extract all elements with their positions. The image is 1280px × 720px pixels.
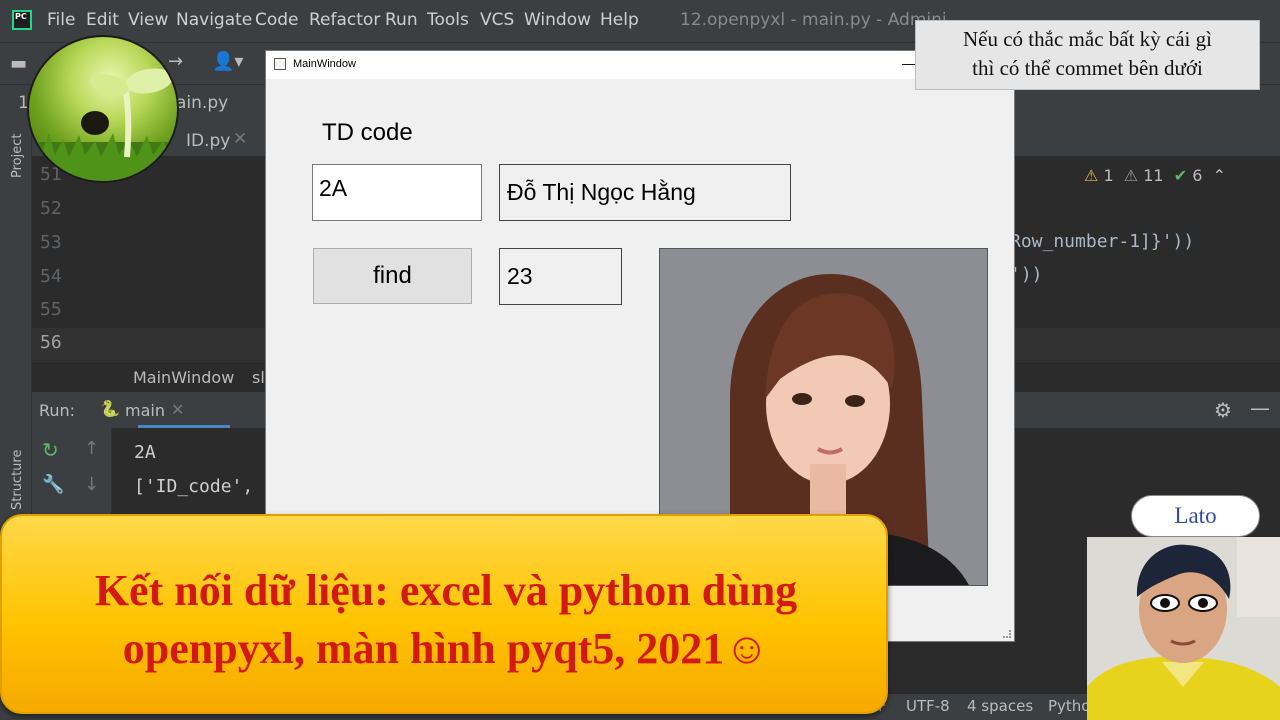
menu-file[interactable]: File [47,10,75,30]
console-output-line: ['ID_code', [134,476,254,497]
channel-avatar-seedling [27,35,179,183]
minimize-icon[interactable]: — [902,55,916,71]
tab-close-icon[interactable]: ✕ [233,129,247,149]
presenter-name-tag: Lato [1131,495,1260,537]
menu-run[interactable]: Run [385,10,418,30]
line-number: 53 [40,232,62,253]
user-icon[interactable]: 👤▾ [212,51,243,72]
seedling-image [29,68,177,181]
banner-line-1: Kết nối dữ liệu: excel và python dùng [94,566,798,615]
run-label: Run: [39,401,76,420]
close-icon[interactable]: ✕ [171,400,184,419]
resize-grip-icon[interactable] [1003,630,1011,638]
warning-icon: ⚠ [1084,166,1099,185]
minimize-icon[interactable]: — [1250,396,1270,420]
menu-tools[interactable]: Tools [427,10,469,30]
breadcrumb-mainwindow[interactable]: MainWindow [133,368,234,387]
menu-help[interactable]: Help [600,10,639,30]
run-config-name[interactable]: main [125,401,165,420]
encoding-status[interactable]: UTF-8 [906,697,950,715]
line-number: 54 [40,266,62,287]
menu-view[interactable]: View [128,10,168,30]
project-tool-label[interactable]: Project [10,134,25,178]
rerun-icon[interactable]: ↻ [42,438,59,462]
indent-status[interactable]: 4 spaces [967,697,1033,715]
down-arrow-icon[interactable]: ↓ [84,474,99,495]
note-line-1: Nếu có thắc mắc bất kỳ cái gì [963,27,1212,51]
structure-tool-label[interactable]: Structure [10,450,25,510]
pycharm-logo-icon [12,10,32,30]
weak-warning-count: 11 [1143,166,1164,185]
presenter-image [1087,537,1280,720]
wrench-icon[interactable]: 🔧 [42,474,64,495]
td-code-input[interactable]: 2A [312,164,482,221]
interpreter-status[interactable]: Pytho [1048,697,1091,715]
code-line-53: Row_number-1]}')) [1010,231,1195,252]
banner-text: Kết nối dữ liệu: excel và python dùng op… [22,562,870,678]
video-title-banner: Kết nối dữ liệu: excel và python dùng op… [0,514,888,714]
td-code-label: TD code [322,119,413,146]
menu-code[interactable]: Code [255,10,299,30]
python-icon: 🐍 [100,399,120,418]
breadcrumb-next[interactable]: sl [252,368,265,387]
check-icon: ✔ [1173,166,1188,185]
find-button[interactable]: find [313,248,472,304]
line-number: 52 [40,198,62,219]
inspection-widget[interactable]: ⚠ 1 ⚠ 11 ✔ 6 ⌃ [1084,166,1226,185]
banner-line-2: openpyxl, màn hình pyqt5, 2021☺ [122,624,770,673]
presenter-webcam [1087,537,1280,720]
menu-vcs[interactable]: VCS [480,10,514,30]
ok-count: 6 [1192,166,1203,185]
age-output-field[interactable]: 23 [499,248,622,305]
tab-id-py[interactable]: ID.py [186,131,230,151]
qt-window-title: MainWindow [293,58,356,70]
tab-main-py[interactable]: ain.py [176,93,228,113]
note-line-2: thì có thể commet bên dưới [972,56,1203,80]
console-output-line: 2A [134,442,156,463]
menu-window[interactable]: Window [524,10,591,30]
menu-navigate[interactable]: Navigate [176,10,252,30]
forward-arrow-icon[interactable]: → [168,51,183,72]
folder-icon[interactable]: ▬ [10,53,27,74]
up-arrow-icon[interactable]: ↑ [84,438,99,459]
menu-refactor[interactable]: Refactor [309,10,380,30]
gear-icon[interactable]: ⚙ [1214,398,1232,422]
comment-note-box: Nếu có thắc mắc bất kỳ cái gì thì có thể… [915,20,1260,90]
chevron-up-icon[interactable]: ⌃ [1213,166,1226,185]
name-output-field[interactable]: Đỗ Thị Ngọc Hằng [499,164,791,221]
line-number-current: 56 [40,332,62,353]
line-number: 55 [40,299,62,320]
menu-edit[interactable]: Edit [86,10,119,30]
qt-titlebar[interactable]: MainWindow — [266,51,1014,79]
warning-count: 1 [1103,166,1114,185]
weak-warning-icon: ⚠ [1123,166,1139,185]
ide-window-title: 12.openpyxl - main.py - Admini [680,10,947,30]
window-app-icon [274,58,286,70]
